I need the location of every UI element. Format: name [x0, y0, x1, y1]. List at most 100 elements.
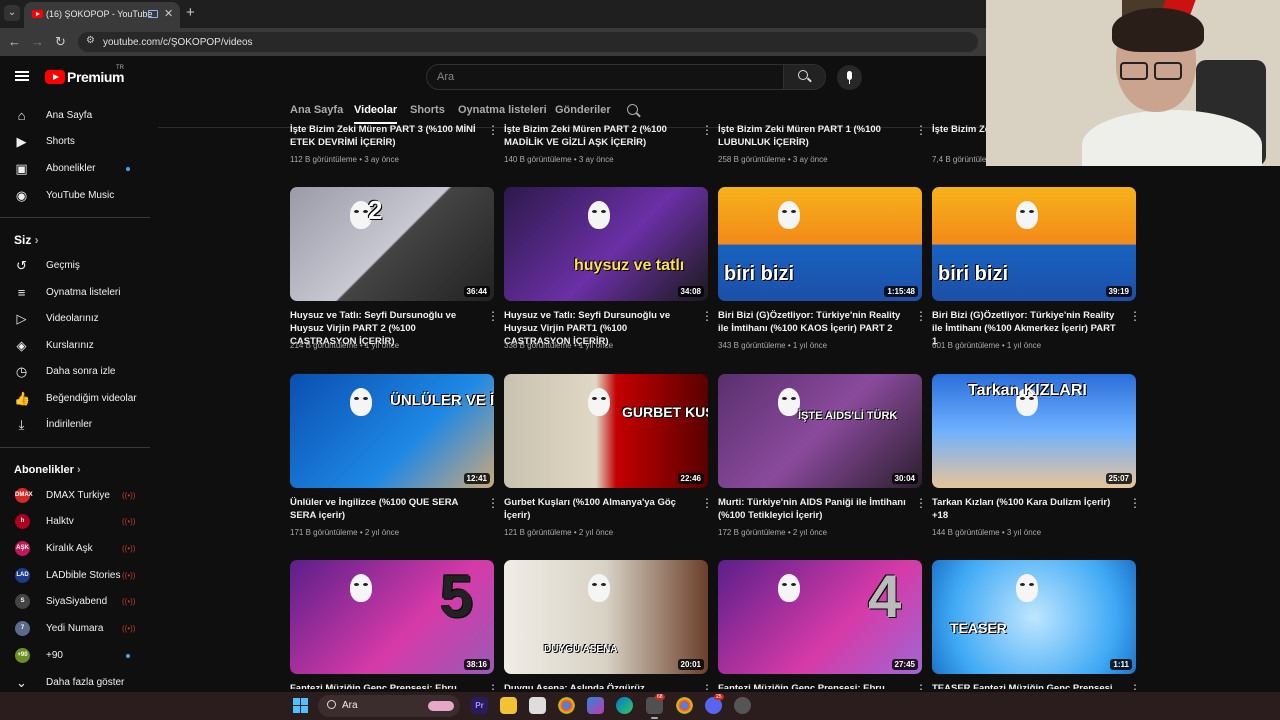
youtube-premium-logo[interactable]: Premium TR — [45, 65, 145, 88]
video-thumbnail[interactable]: biri bizi 39:19 — [932, 187, 1136, 301]
video-title[interactable]: Murti: Türkiye'nin AIDS Paniği ile İmtih… — [718, 496, 906, 522]
sidebar-item-courses[interactable]: ◈ Kurslarınız — [0, 333, 158, 359]
show-more-button[interactable]: ⌄ Daha fazla göster — [0, 670, 158, 692]
tab-list-button[interactable]: ⌄ — [4, 5, 20, 21]
sidebar-item-playlists[interactable]: ≡ Oynatma listeleri — [0, 280, 158, 306]
tab-posts[interactable]: Gönderiler — [555, 104, 611, 116]
chrome-icon[interactable] — [558, 697, 575, 714]
chrome-profile-icon[interactable] — [676, 697, 693, 714]
sidebar-subscription-item[interactable]: LAD LADbible Stories ((•)) — [0, 563, 158, 589]
video-title[interactable]: Duygu Asena: Aslında Özgürüz — [504, 682, 692, 689]
discord-icon[interactable]: 25 — [705, 694, 724, 714]
sidebar-item-downloads[interactable]: ⤓ İndirilenler — [0, 412, 158, 438]
video-thumbnail[interactable]: Tarkan KIZLARI 25:07 — [932, 374, 1136, 488]
video-thumbnail[interactable]: TEASER 1:11 — [932, 560, 1136, 674]
more-actions-icon[interactable] — [487, 123, 499, 137]
channel-search-icon[interactable] — [627, 104, 638, 115]
file-explorer-icon[interactable] — [500, 697, 517, 714]
browser-tab[interactable]: (16) ŞOKOPOP - YouTube ✕ — [24, 2, 180, 28]
more-actions-icon[interactable] — [1129, 496, 1141, 510]
notification-badge: 68 — [655, 694, 665, 700]
sidebar-item-watch-later[interactable]: ◷ Daha sonra izle — [0, 359, 158, 385]
voice-search-button[interactable] — [837, 65, 862, 90]
close-tab-icon[interactable]: ✕ — [164, 7, 173, 20]
search-box[interactable]: Ara — [426, 64, 826, 90]
mask-icon — [1016, 201, 1038, 229]
sidebar-item-history[interactable]: ↺ Geçmiş — [0, 253, 158, 279]
sidebar: ⌂ Ana Sayfa ▶ Shorts ▣ Abonelikler ◉ YouTube Mu… — [0, 100, 158, 692]
sidebar-item-your-videos[interactable]: ▷ Videolarınız — [0, 306, 158, 332]
more-actions-icon[interactable] — [701, 309, 713, 323]
edge-dev-icon[interactable]: 68 — [646, 694, 665, 719]
video-title[interactable]: Ünlüler ve İngilizce (%100 QUE SERA SERA… — [290, 496, 478, 522]
edge-icon[interactable] — [616, 697, 633, 714]
sidebar-subscription-item[interactable]: h Halktv ((•)) — [0, 509, 158, 535]
notification-badge: 25 — [714, 694, 724, 700]
tab-videos[interactable]: Videolar — [354, 104, 398, 124]
video-title[interactable]: İşte Bizim Zeki Müren PART 2 (%100 MADİL… — [504, 123, 692, 149]
sidebar-item-music[interactable]: ◉ YouTube Music — [0, 183, 158, 209]
address-bar-row: ← → ↻ ⚙ youtube.com/c/ŞOKOPOP/videos — [0, 28, 986, 56]
more-actions-icon[interactable] — [915, 309, 927, 323]
more-actions-icon[interactable] — [701, 496, 713, 510]
video-thumbnail[interactable]: 2 36:44 — [290, 187, 494, 301]
video-thumbnail[interactable]: GURBET KUŞLARI 22:46 — [504, 374, 708, 488]
thumbnail-overlay-text: biri bizi — [724, 263, 794, 285]
sidebar-subscription-item[interactable]: +90 +90 — [0, 643, 158, 669]
more-actions-icon[interactable] — [487, 496, 499, 510]
video-title[interactable]: TEASER Fantezi Müziğin Genç Prensesi — [932, 682, 1120, 689]
tab-shorts[interactable]: Shorts — [410, 104, 445, 116]
sidebar-subscription-item[interactable]: AŞK Kiralık Aşk ((•)) — [0, 536, 158, 562]
sidebar-subscriptions-heading[interactable]: Abonelikler › — [14, 464, 81, 476]
tab-playlists[interactable]: Oynatma listeleri — [458, 104, 547, 116]
sidebar-item-shorts[interactable]: ▶ Shorts — [0, 129, 158, 155]
search-button[interactable] — [783, 65, 825, 89]
menu-icon[interactable] — [15, 71, 29, 81]
windows-start-icon[interactable] — [293, 698, 308, 713]
more-actions-icon[interactable] — [1129, 309, 1141, 323]
video-thumbnail[interactable]: DUYGU ASENA 20:01 — [504, 560, 708, 674]
copilot-icon[interactable] — [587, 697, 604, 714]
video-title[interactable]: Biri Bizi (G)Özetliyor: Türkiye'nin Real… — [718, 309, 906, 335]
video-title[interactable]: Fantezi Müziğin Genç Prensesi: Ebru Günd… — [290, 682, 478, 689]
reload-icon[interactable]: ↻ — [55, 34, 66, 50]
sidebar-subscription-item[interactable]: 7 Yedi Numara ((•)) — [0, 616, 158, 642]
search-input[interactable]: Ara — [437, 71, 454, 83]
video-thumbnail[interactable]: huysuz ve tatlı 34:08 — [504, 187, 708, 301]
video-thumbnail[interactable]: biri bizi 1:15:48 — [718, 187, 922, 301]
sidebar-subscription-item[interactable]: S SiyaSiyabend ((•)) — [0, 589, 158, 615]
back-icon[interactable]: ← — [8, 34, 21, 49]
video-title[interactable]: Fantezi Müziğin Genç Prensesi: Ebru Günd… — [718, 682, 906, 689]
video-title[interactable]: İşte Bizim Zeki Müren PART 1 (%100 LUBUN… — [718, 123, 906, 149]
new-content-dot — [126, 167, 130, 171]
video-thumbnail[interactable]: 5 38:16 — [290, 560, 494, 674]
video-title[interactable]: Gurbet Kuşları (%100 Almanya'ya Göç İçer… — [504, 496, 692, 522]
video-meta: 172 B görüntüleme • 2 yıl önce — [718, 528, 828, 537]
chevron-right-icon: › — [31, 233, 39, 247]
omnibox[interactable]: ⚙ youtube.com/c/ŞOKOPOP/videos — [78, 32, 978, 52]
sidebar-item-home[interactable]: ⌂ Ana Sayfa — [0, 103, 158, 129]
taskbar-search[interactable]: Ara — [318, 695, 460, 717]
tab-home[interactable]: Ana Sayfa — [290, 104, 343, 116]
snipping-tool-icon[interactable] — [529, 697, 546, 714]
video-thumbnail[interactable]: ÜNLÜLER VE İNGİLİZCE 12:41 — [290, 374, 494, 488]
obs-icon[interactable] — [734, 697, 751, 714]
video-title[interactable]: İşte Bizim Zeki Müren PART 3 (%100 MİNİ … — [290, 123, 478, 149]
subscriptions-icon: ▣ — [15, 161, 28, 176]
sidebar-you-heading[interactable]: Siz › — [14, 233, 39, 247]
premiere-icon[interactable]: Pr — [471, 697, 488, 714]
sidebar-item-subscriptions[interactable]: ▣ Abonelikler — [0, 156, 158, 182]
more-actions-icon[interactable] — [915, 496, 927, 510]
sidebar-subscription-item[interactable]: DMAX DMAX Turkiye ((•)) — [0, 483, 158, 509]
video-thumbnail[interactable]: İŞTE AIDS'Lİ TÜRK 30:04 — [718, 374, 922, 488]
more-actions-icon[interactable] — [487, 309, 499, 323]
forward-icon[interactable]: → — [31, 34, 44, 49]
more-actions-icon[interactable] — [915, 123, 927, 137]
subscription-label: LADbible Stories — [46, 570, 121, 581]
more-actions-icon[interactable] — [701, 123, 713, 137]
video-title[interactable]: Tarkan Kızları (%100 Kara Dulizm İçerir)… — [932, 496, 1120, 522]
sidebar-item-liked[interactable]: 👍 Beğendiğim videolar — [0, 386, 158, 412]
new-tab-button[interactable]: + — [186, 4, 195, 21]
site-info-icon[interactable]: ⚙ — [86, 35, 95, 46]
video-thumbnail[interactable]: 4 27:45 — [718, 560, 922, 674]
